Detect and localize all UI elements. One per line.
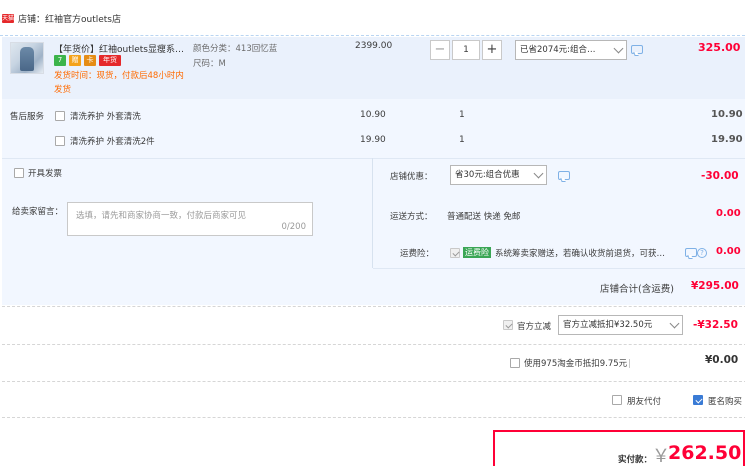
delivery-method: 普通配送 快递 免邮 [447,212,521,222]
insurance-label: 运费险： [400,249,435,259]
chevron-down-icon [613,43,624,54]
friend-pay-label: 朋友代付 [627,397,662,407]
quantity-plus-button[interactable]: + [482,40,502,60]
item-discount-value: 已省2074元:组合… [520,45,596,55]
anonymous-label: 匿名购买 [708,397,743,407]
divider [2,417,745,418]
official-discount-select[interactable]: 官方立减抵扣¥32.50元 [558,315,683,335]
friend-pay-checkbox[interactable] [612,395,622,405]
service-name: 清洗养护 外套清洗2件 [70,137,155,147]
coins-label: 使用975淘金币抵扣9.75元 [524,359,628,369]
chevron-down-icon [669,318,680,329]
shop-discount-amount: -30.00 [701,170,739,182]
service-qty: 1 [459,135,465,145]
service-qty: 1 [459,110,465,120]
official-discount-amount: -¥32.50 [693,319,738,331]
divider [2,306,745,307]
color-attr: 颜色分类：413回忆蓝 [193,42,277,54]
size-label: 尺码： [193,59,219,69]
official-discount-label: 官方立减 [517,322,552,332]
shop-discount-label: 店铺优惠： [390,172,433,182]
shop-total-amount: ¥295.00 [691,280,739,292]
payment-label: 实付款： [618,455,653,465]
gift-badge[interactable]: 赠 [69,55,81,66]
service-price: 10.90 [360,110,386,120]
quantity-stepper: − 1 + [430,40,502,60]
message-counter: 0/200 [281,222,307,232]
anonymous-checkbox[interactable] [693,395,703,405]
service-total: 19.90 [711,134,743,145]
divider [2,381,745,382]
product-badges: 7 赠 卡 年货 [54,55,121,66]
divider [373,268,745,269]
insurance-checkbox[interactable] [450,248,460,258]
shop-discount-select[interactable]: 省30元:组合优惠 [450,165,547,185]
invoice-label: 开具发票 [28,169,63,179]
color-value: 413回忆蓝 [235,44,278,54]
insurance-text: 系统筹卖家赠送，若确认收货前退货，可获… [495,249,666,259]
payment-amount: 262.50 [668,442,742,464]
coins-amount: ¥0.00 [705,354,739,366]
official-discount-value: 官方立减抵扣¥32.50元 [563,320,653,330]
product-title-link[interactable]: 【年货价】红袖outlets显瘦系… [54,42,190,55]
message-icon[interactable] [558,171,570,180]
shop-discount-value: 省30元:组合优惠 [455,170,520,180]
item-discount-select[interactable]: 已省2074元:组合… [515,40,627,60]
delivery-amount: 0.00 [716,208,741,219]
insurance-amount: 0.00 [716,246,741,257]
insurance-badge: 运费险 [463,247,491,258]
color-label: 颜色分类： [193,44,236,54]
message-label: 给卖家留言： [12,207,64,217]
product-thumbnail[interactable] [10,42,44,74]
service-price: 19.90 [360,135,386,145]
divider [629,359,630,368]
divider [2,344,745,345]
unit-price: 2399.00 [355,41,393,51]
shop-name-link[interactable]: 店铺：红袖官方outlets店 [18,12,121,25]
shipping-time: 发货时间：现货，付款后48小时内发货 [54,71,184,95]
tmall-icon: 天猫 [2,14,15,23]
coins-checkbox[interactable] [510,358,520,368]
size-value: M [218,59,226,69]
service-total: 10.90 [711,109,743,120]
official-discount-checkbox[interactable] [503,320,513,330]
item-subtotal: 325.00 [698,41,741,54]
service-name: 清洗养护 外套清洗 [70,112,141,122]
new-year-badge[interactable]: 年货 [99,55,121,66]
seller-message-input[interactable]: 选填，请先和商家协商一致，付款后商家可见 0/200 [67,202,313,236]
after-sales-label: 售后服务 [10,112,45,122]
quantity-minus-button[interactable]: − [430,40,450,60]
service-checkbox[interactable] [55,136,65,146]
service-checkbox[interactable] [55,111,65,121]
divider [372,158,373,268]
help-icon[interactable]: ? [697,248,707,258]
invoice-checkbox[interactable] [14,168,24,178]
size-attr: 尺码：M [193,57,226,69]
card-badge[interactable]: 卡 [84,55,96,66]
divider [372,158,745,159]
chevron-down-icon [533,168,544,179]
quantity-input[interactable]: 1 [452,40,480,60]
message-icon[interactable] [631,45,643,54]
shop-total-label: 店铺合计(含运费) [600,284,674,295]
seven-day-return-badge[interactable]: 7 [54,55,66,66]
delivery-label: 运送方式： [390,212,433,222]
message-icon[interactable] [685,248,697,257]
message-placeholder: 选填，请先和商家协商一致，付款后商家可见 [76,211,247,221]
